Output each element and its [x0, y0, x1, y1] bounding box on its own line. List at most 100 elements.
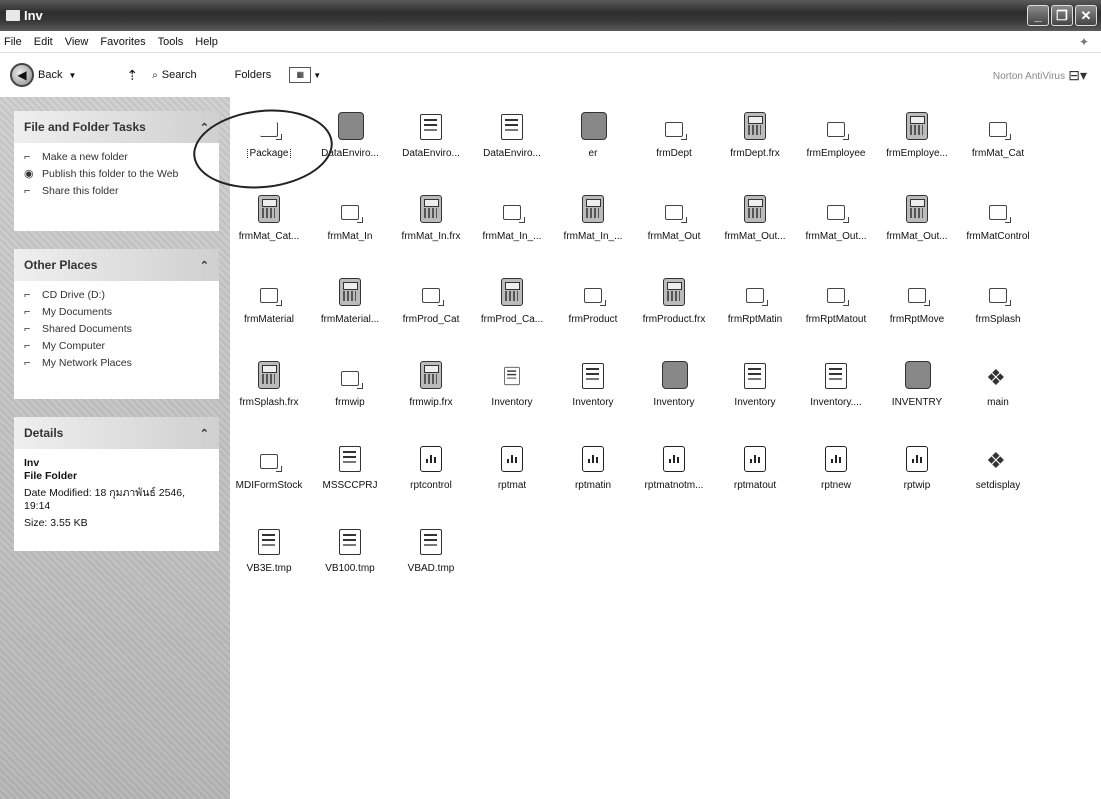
file-item[interactable]: frmMat_Cat	[955, 108, 1041, 159]
menu-favorites[interactable]: Favorites	[100, 36, 145, 48]
place-my-computer[interactable]: ⌐ My Computer	[24, 340, 209, 352]
file-item[interactable]: frmMat_Out...	[793, 191, 879, 242]
file-item[interactable]: ❖ setdisplay	[955, 440, 1041, 491]
details-type: File Folder	[24, 470, 78, 482]
file-item[interactable]: frmProd_Ca...	[469, 274, 555, 325]
file-name: frmMat_Out...	[805, 231, 867, 242]
file-item[interactable]: Inventory....	[793, 357, 879, 408]
chevron-up-icon[interactable]: ⌃	[200, 427, 209, 440]
close-button[interactable]: ✕	[1075, 5, 1097, 26]
file-item[interactable]: frmMat_In_...	[550, 191, 636, 242]
publish-web-icon: ◉	[24, 168, 34, 180]
file-item[interactable]: frmRptMatin	[712, 274, 798, 325]
up-folder-button[interactable]: ⇡	[126, 67, 138, 84]
minimize-button[interactable]: _	[1027, 5, 1049, 26]
file-item[interactable]: VB3E.tmp	[226, 523, 312, 574]
place-shared-documents[interactable]: ⌐ Shared Documents	[24, 323, 209, 335]
file-item[interactable]: frmMaterial...	[307, 274, 393, 325]
file-item[interactable]: DataEnviro...	[469, 108, 555, 159]
details-modified: Date Modified: 18 กุมภาพันธ์ 2546, 19:14	[24, 487, 186, 512]
file-item[interactable]: frmMaterial	[226, 274, 312, 325]
panel-header[interactable]: File and Folder Tasks ⌃	[14, 111, 219, 143]
file-item[interactable]: VB100.tmp	[307, 523, 393, 574]
file-item[interactable]: frmProd_Cat	[388, 274, 474, 325]
file-item[interactable]: frmMat_In.frx	[388, 191, 474, 242]
file-item[interactable]: frmDept	[631, 108, 717, 159]
form-file-icon	[414, 357, 448, 393]
file-item[interactable]: VBAD.tmp	[388, 523, 474, 574]
task-make-new-folder[interactable]: ⌐ Make a new folder	[24, 151, 209, 163]
file-item[interactable]: frmEmploye...	[874, 108, 960, 159]
menu-edit[interactable]: Edit	[34, 36, 53, 48]
file-item[interactable]: ❖ main	[955, 357, 1041, 408]
file-name: frmEmploye...	[886, 148, 948, 159]
views-icon: ▦	[289, 67, 312, 83]
chevron-down-icon[interactable]: ▼	[68, 71, 76, 80]
views-button[interactable]: ▦ ▼	[289, 67, 321, 83]
file-item[interactable]: frmProduct	[550, 274, 636, 325]
file-item[interactable]: frmRptMove	[874, 274, 960, 325]
back-button[interactable]: ◀ Back ▼	[0, 63, 82, 87]
file-item[interactable]: rptmatnotm...	[631, 440, 717, 491]
file-item[interactable]: frmwip	[307, 357, 393, 408]
file-name: Inventory	[653, 397, 695, 408]
panel-header[interactable]: Other Places ⌃	[14, 249, 219, 281]
menu-view[interactable]: View	[65, 36, 89, 48]
chevron-up-icon[interactable]: ⌃	[200, 259, 209, 272]
file-item[interactable]: MSSCCPRJ	[307, 440, 393, 491]
file-item[interactable]: Inventory	[712, 357, 798, 408]
file-item[interactable]: rptmatin	[550, 440, 636, 491]
file-item[interactable]: rptwip	[874, 440, 960, 491]
restore-button[interactable]: ❐	[1051, 5, 1073, 26]
file-item[interactable]: frmwip.frx	[388, 357, 474, 408]
search-button[interactable]: ⌕ Search	[152, 69, 196, 81]
file-item[interactable]: frmEmployee	[793, 108, 879, 159]
panel-header[interactable]: Details ⌃	[14, 417, 219, 449]
file-item[interactable]: rptcontrol	[388, 440, 474, 491]
file-item[interactable]: frmProduct.frx	[631, 274, 717, 325]
file-name: frmSplash	[975, 314, 1021, 325]
file-item[interactable]: frmMat_In	[307, 191, 393, 242]
file-name: Inventory	[734, 397, 776, 408]
file-item[interactable]: Inventory	[631, 357, 717, 408]
file-name: frmSplash.frx	[239, 397, 299, 408]
place-network-places[interactable]: ⌐ My Network Places	[24, 357, 209, 369]
task-share-folder[interactable]: ⌐ Share this folder	[24, 185, 209, 197]
task-publish-folder[interactable]: ◉ Publish this folder to the Web	[24, 168, 209, 180]
file-item[interactable]: rptmat	[469, 440, 555, 491]
norton-icon[interactable]: ⊟▾	[1068, 67, 1087, 84]
menu-file[interactable]: File	[4, 36, 22, 48]
menu-tools[interactable]: Tools	[158, 36, 184, 48]
file-item[interactable]: er	[550, 108, 636, 159]
file-item[interactable]: frmMat_Cat...	[226, 191, 312, 242]
file-item[interactable]: frmRptMatout	[793, 274, 879, 325]
file-item[interactable]: frmMat_Out	[631, 191, 717, 242]
file-item[interactable]: frmDept.frx	[712, 108, 798, 159]
file-item[interactable]: DataEnviro...	[388, 108, 474, 159]
file-item[interactable]: rptmatout	[712, 440, 798, 491]
file-name: rptmatin	[574, 480, 612, 491]
file-item[interactable]: frmMat_In_...	[469, 191, 555, 242]
file-item[interactable]: rptnew	[793, 440, 879, 491]
place-cd-drive[interactable]: ⌐ CD Drive (D:)	[24, 289, 209, 301]
file-item[interactable]: Inventory	[469, 357, 555, 408]
file-item[interactable]: frmMatControl	[955, 191, 1041, 242]
file-item[interactable]: frmSplash.frx	[226, 357, 312, 408]
file-name: frmMat_Out...	[886, 231, 948, 242]
file-name: INVENTRY	[891, 397, 943, 408]
file-item[interactable]: frmSplash	[955, 274, 1041, 325]
file-item[interactable]: Inventory	[550, 357, 636, 408]
form-file-icon	[252, 357, 286, 393]
search-icon: ⌕	[152, 69, 158, 81]
document-icon	[252, 523, 286, 559]
menu-help[interactable]: Help	[195, 36, 218, 48]
file-item[interactable]: MDIFormStock	[226, 440, 312, 491]
folders-button[interactable]: Folders	[235, 69, 272, 81]
folder-icon	[738, 274, 772, 310]
place-my-documents[interactable]: ⌐ My Documents	[24, 306, 209, 318]
file-item[interactable]: frmMat_Out...	[712, 191, 798, 242]
document-icon	[738, 357, 772, 393]
file-item[interactable]: frmMat_Out...	[874, 191, 960, 242]
folder-icon	[333, 191, 367, 227]
file-item[interactable]: INVENTRY	[874, 357, 960, 408]
